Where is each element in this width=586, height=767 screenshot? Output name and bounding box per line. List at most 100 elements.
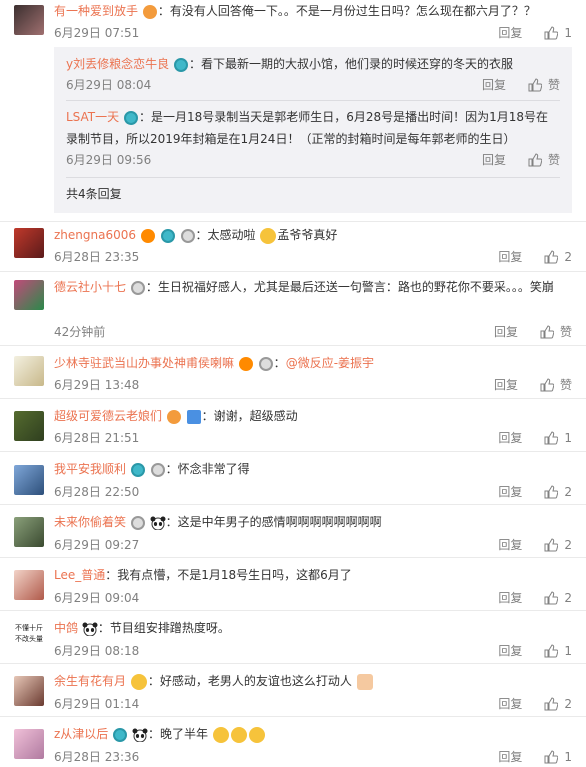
comment-actions: 回复 赞 [494,377,572,393]
username[interactable]: 少林寺驻武当山办事处神甫侯喇嘛 [54,356,234,370]
username[interactable]: 未来你偷着笑 [54,515,126,529]
crying-emoji-icon [230,726,247,743]
avatar[interactable] [14,228,44,258]
username[interactable]: 我平安我顺利 [54,462,126,476]
reply-button[interactable]: 回复 [498,643,522,659]
reply-button[interactable]: 回复 [498,249,522,265]
reply-button[interactable]: 回复 [498,537,522,553]
like-count: 1 [564,26,572,40]
medal-badge-icon [130,515,145,530]
comment-body: ：好感动，老男人的友谊也这么打动人 [147,674,352,688]
member-badge-icon [166,409,181,424]
like-icon[interactable] [544,485,558,499]
reply-button[interactable]: 回复 [494,377,518,393]
avatar-text: 不懂十斤 [15,624,43,632]
username[interactable]: 德云社小十七 [54,280,126,294]
username[interactable]: z从津以后 [54,727,108,741]
avatar[interactable] [14,465,44,495]
comment-body: ：有没有人回答俺一下。。不是一月份过生日吗？怎么现在都六月了？？ [157,4,536,18]
comment-actions: 回复 1 [498,25,572,41]
comment-text: Lee_普通：我有点懵，不是1月18号生日吗，这都6月了 [54,565,572,585]
reply-button[interactable]: 回复 [498,25,522,41]
avatar[interactable] [14,280,44,310]
sub-reply-time: 6月29日 08:04 [66,78,152,92]
avatar-text: 不改头量 [15,635,43,643]
avatar[interactable] [14,411,44,441]
camera-badge-icon [160,228,175,243]
camera-badge-icon [123,110,138,125]
comment-actions: 回复 2 [498,484,572,500]
comment-text: 超级可爱德云老娘们 ：谢谢，超级感动 [54,406,572,426]
reply-button[interactable]: 回复 [494,324,518,340]
like-icon[interactable] [544,250,558,264]
like-icon[interactable] [544,697,558,711]
avatar[interactable] [14,517,44,547]
like-icon[interactable] [528,78,542,92]
comment-actions: 回复 1 [498,430,572,446]
username[interactable]: 超级可爱德云老娘们 [54,409,162,423]
more-replies-link[interactable]: 共4条回复 [66,185,560,203]
like-icon[interactable] [544,538,558,552]
like-icon[interactable] [544,644,558,658]
username[interactable]: 余生有花有月 [54,674,126,688]
like-count: 1 [564,431,572,445]
like-icon[interactable] [544,591,558,605]
crying-emoji-icon [212,726,229,743]
comment-text: 未来你偷着笑 ：这是中年男子的感情啊啊啊啊啊啊啊啊 [54,512,572,532]
username[interactable]: 有一种爱到放手 [54,4,138,18]
username[interactable]: 中鸽 [54,621,78,635]
sub-reply-panel: y刘丢修粮念恋牛良 ：看下最新一期的大叔小馆，他们录的时候还穿的冬天的衣服 6月… [54,47,572,213]
username[interactable]: y刘丢修粮念恋牛良 [66,57,169,71]
like-icon[interactable] [544,431,558,445]
username[interactable]: Lee_普通 [54,568,105,582]
username[interactable]: LSAT一天 [66,110,119,124]
avatar[interactable] [14,729,44,759]
like-icon[interactable] [540,325,554,339]
comment-text: 少林寺驻武当山办事处神甫侯喇嘛 ：@微反应-姜振宇 [54,353,572,373]
comment-time: 6月28日 23:35 [54,250,140,264]
comment-text: 我平安我顺利 ：怀念非常了得 [54,459,572,479]
comment-item: z从津以后 ：晚了半年 6月28日 23:36 回复 1 [0,717,586,767]
username[interactable]: zhengna6006 [54,228,136,242]
medal-badge-icon [150,462,165,477]
reply-button[interactable]: 回复 [498,484,522,500]
comment-text: z从津以后 ：晚了半年 [54,724,572,744]
avatar[interactable] [14,356,44,386]
comment-time: 42分钟前 [54,325,106,339]
avatar[interactable]: 不懂十斤 不改头量 [14,623,44,653]
reply-button[interactable]: 回复 [498,696,522,712]
sub-reply-body: ：是一月18号录制当天是郭老师生日，6月28号是播出时间！因为1月18号在录制节… [66,110,549,146]
comment-item: Lee_普通：我有点懵，不是1月18号生日吗，这都6月了 6月29日 09:04… [0,558,586,611]
comment-time: 6月29日 01:14 [54,697,140,711]
comment-text: zhengna6006 ：太感动啦 孟爷爷真好 [54,225,572,245]
like-count: 2 [564,538,572,552]
comment-text: 余生有花有月 ：好感动，老男人的友谊也这么打动人 [54,671,572,691]
like-count: 1 [564,644,572,658]
like-count: 2 [564,591,572,605]
like-icon[interactable] [540,378,554,392]
comment-actions: 回复 1 [498,749,572,765]
reply-button[interactable]: 回复 [498,749,522,765]
reply-button[interactable]: 回复 [498,590,522,606]
sub-reply-time: 6月29日 09:56 [66,153,152,167]
like-count: 2 [564,697,572,711]
avatar[interactable] [14,5,44,35]
comment-time: 6月28日 21:51 [54,431,140,445]
comment-item: 超级可爱德云老娘们 ：谢谢，超级感动 6月28日 21:51 回复 1 [0,399,586,452]
avatar[interactable] [14,676,44,706]
panda-emoji-icon [82,622,98,636]
avatar[interactable] [14,570,44,600]
like-icon[interactable] [528,153,542,167]
reply-button[interactable]: 回复 [482,77,506,93]
divider [66,100,560,101]
like-icon[interactable] [544,750,558,764]
reply-button[interactable]: 回复 [482,152,506,168]
comment-body: 孟爷爷真好 [277,228,338,242]
like-icon[interactable] [544,26,558,40]
vip-badge-icon [186,409,201,424]
comment-item: 余生有花有月 ：好感动，老男人的友谊也这么打动人 6月29日 01:14 回复 … [0,664,586,717]
like-count: 赞 [559,378,572,392]
mention-link[interactable]: @微反应-姜振宇 [286,356,374,370]
emoji-icon [260,227,277,244]
reply-button[interactable]: 回复 [498,430,522,446]
